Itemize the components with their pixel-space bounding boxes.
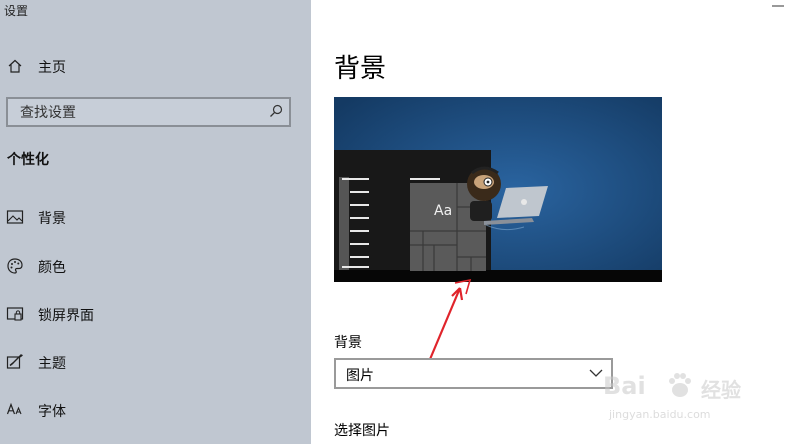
paw-icon [669,373,691,397]
watermark-cn: 经验 [701,378,741,402]
sidebar-item-label: 主页 [38,60,66,76]
background-type-label: 背景 [334,335,362,351]
sidebar-item-label: 字体 [38,404,66,420]
sidebar-item-color[interactable]: 颜色 [0,252,311,280]
background-type-dropdown[interactable]: 图片 [334,358,613,389]
search-box[interactable] [6,97,291,127]
page-title: 背景 [334,54,387,84]
sidebar-item-background[interactable]: 背景 [0,203,311,231]
minimize-icon[interactable] [770,0,787,12]
palette-icon [7,258,23,274]
sidebar: 设置 主页 个性化 背景 颜色 [0,0,311,444]
app-title: 设置 [4,4,29,18]
watermark-url: jingyan.baidu.com [609,408,711,421]
annotation-arrow [426,278,472,365]
chevron-down-icon [589,369,603,377]
sidebar-item-theme[interactable]: 主题 [0,348,311,376]
picture-icon [6,210,24,224]
sidebar-item-label: 背景 [38,211,66,227]
sidebar-item-label: 锁屏界面 [38,308,94,324]
sidebar-item-home[interactable]: 主页 [0,54,311,80]
background-preview: Aa [334,97,662,282]
sidebar-item-label: 主题 [38,356,66,372]
watermark: Bai 经验 jingyan.baidu.com [603,372,753,428]
choose-picture-label: 选择图片 [334,423,390,439]
preview-sample-text: Aa [434,203,452,219]
watermark-logo: Bai [603,372,646,400]
font-icon [6,402,22,415]
home-icon [8,59,22,73]
search-icon[interactable] [269,104,283,118]
section-title: 个性化 [7,152,49,168]
dropdown-value: 图片 [346,368,374,384]
search-input[interactable] [18,103,262,123]
sidebar-item-lock-screen[interactable]: 锁屏界面 [0,300,311,328]
theme-icon [6,354,23,369]
sidebar-item-label: 颜色 [38,260,66,276]
lock-screen-icon [6,307,24,321]
sidebar-item-fonts[interactable]: 字体 [0,396,311,424]
